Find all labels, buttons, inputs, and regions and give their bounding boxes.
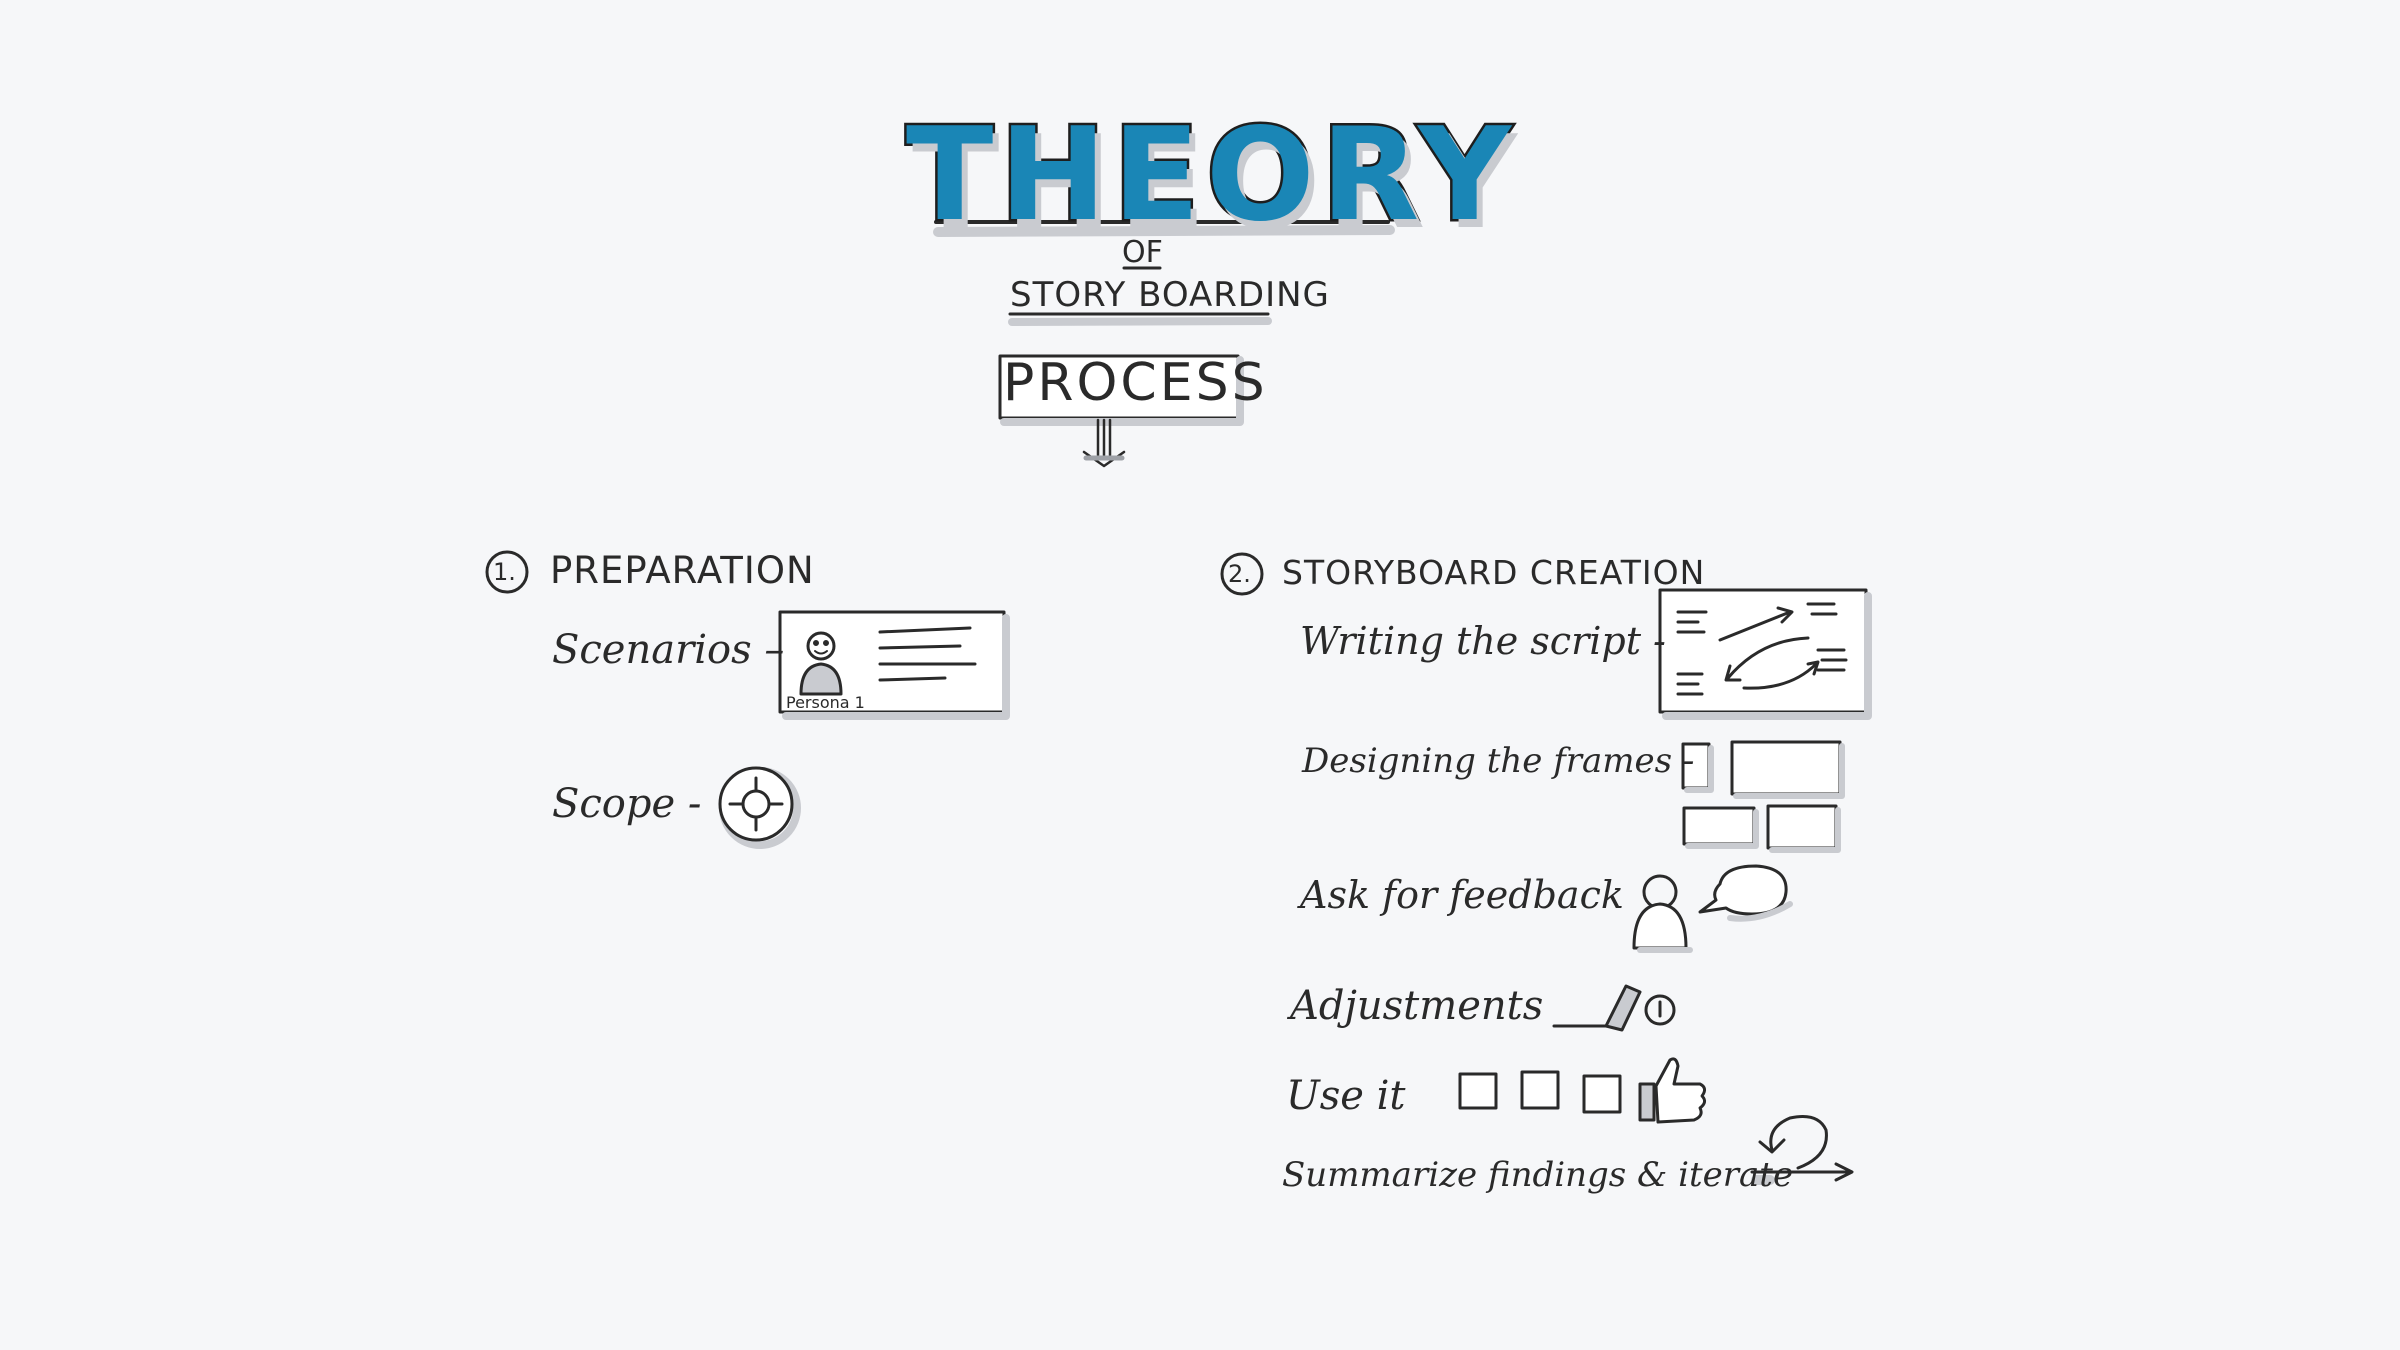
persona-label: Persona 1	[786, 693, 865, 712]
thumbs-up-icon	[1638, 1057, 1707, 1124]
arrow-down-icon	[1082, 418, 1126, 468]
section-2-title: STORYBOARD CREATION	[1282, 553, 1706, 592]
step-2-number: 2.	[1228, 560, 1251, 588]
adjustments-label: Adjustments	[1290, 983, 1544, 1029]
step-1-number: 1.	[493, 558, 516, 586]
target-icon	[718, 766, 801, 849]
process-label: PROCESS	[1003, 353, 1268, 413]
frames-icon	[1681, 740, 1845, 853]
designing-frames-label: Designing the frames -	[1302, 741, 1695, 781]
pencil-icon	[1552, 984, 1676, 1032]
scenarios-label: Scenarios –	[552, 627, 785, 673]
page-title: THEORY	[904, 101, 1517, 250]
use-it-label: Use it	[1286, 1073, 1406, 1119]
page-subtitle: STORY BOARDING	[1010, 275, 1330, 315]
subtitle-underline	[1008, 312, 1272, 326]
writing-script-label: Writing the script -	[1300, 619, 1666, 663]
ask-feedback-label: Ask for feedback	[1300, 873, 1624, 917]
section-1-title: PREPARATION	[550, 549, 815, 592]
title-of-label: OF	[1122, 235, 1163, 270]
person-speech-icon	[1632, 864, 1793, 953]
script-board-icon	[1658, 588, 1872, 720]
summarize-label: Summarize findings & iterate	[1282, 1155, 1794, 1195]
scope-label: Scope -	[552, 781, 702, 827]
sketchnote-canvas: THEORY OF STORY BOARDING PROCESS 1. PREP…	[0, 0, 2400, 1350]
use-it-frames-icon	[1458, 1070, 1622, 1114]
